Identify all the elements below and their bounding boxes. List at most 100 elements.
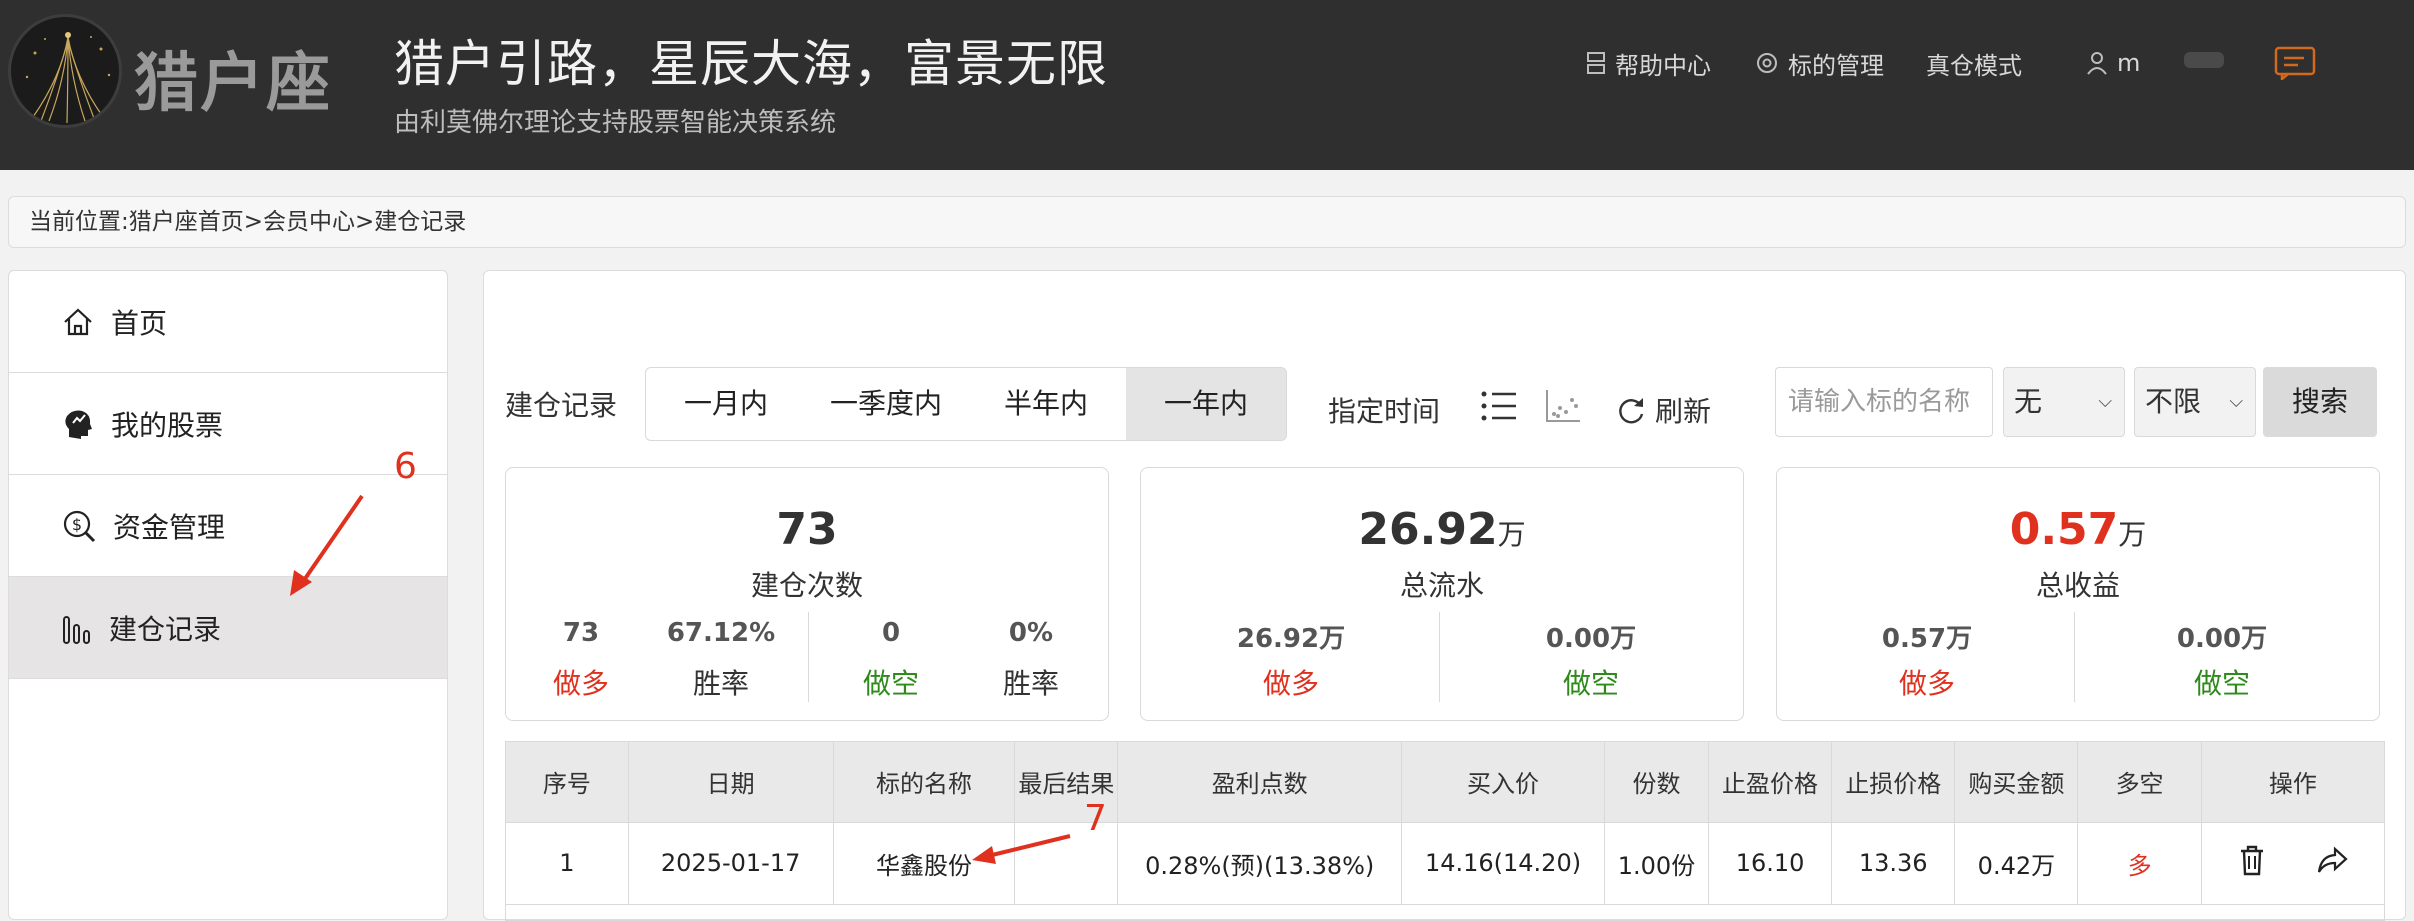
table-row: 1 2025-01-17 华鑫股份 0.28%(预)(13.38%) 14.16… — [506, 822, 2384, 905]
long-label: 做多 — [552, 667, 609, 700]
long-label: 做多 — [1262, 667, 1319, 700]
stat-card-profit: 0.57万 总收益 0.57万 做多 0.00万 做空 — [1776, 467, 2380, 721]
tab-one-quarter[interactable]: 一季度内 — [806, 368, 966, 440]
short-profit: 0.00万 — [2176, 624, 2268, 654]
refresh-label: 刷新 — [1655, 395, 1712, 428]
tab-one-month[interactable]: 一月内 — [646, 368, 806, 440]
profit-caption: 总收益 — [2035, 569, 2120, 602]
table-header-row: 序号 日期 标的名称 最后结果 盈利点数 买入价 份数 止盈价格 止损价格 购买… — [506, 742, 2384, 823]
sidebar-item-label: 资金管理 — [113, 510, 226, 544]
tab-one-year[interactable]: 一年内 — [1126, 368, 1286, 440]
brand-name: 猎户座 — [134, 47, 332, 121]
search-button[interactable]: 搜索 — [2263, 367, 2377, 437]
list-view-icon[interactable] — [1480, 388, 1518, 428]
cell-direction: 多 — [2077, 822, 2202, 905]
divider — [808, 612, 809, 702]
records-label: 建仓记录 — [505, 389, 618, 422]
cell-profit-points: 0.28%(预)(13.38%) — [1117, 822, 1403, 905]
win-rate-label: 胜率 — [1002, 667, 1059, 700]
win-rate-label: 胜率 — [692, 667, 749, 700]
cell-no: 1 — [506, 822, 629, 905]
chevron-down-icon: ⌵ — [2098, 391, 2112, 412]
header-cell[interactable]: 买入价 — [1401, 742, 1605, 823]
help-center-link[interactable]: 帮助中心 — [1585, 46, 1711, 80]
cell-buy-price: 14.16(14.20) — [1401, 822, 1605, 905]
search-input[interactable] — [1775, 367, 1993, 437]
long-count: 73 — [562, 618, 600, 648]
filter-select-2-value: 不限 — [2145, 385, 2202, 418]
header-cell[interactable]: 止损价格 — [1831, 742, 1956, 823]
stat-card-count: 73 建仓次数 73 做多 67.12% 胜率 0 做空 0% 胜率 — [505, 467, 1109, 721]
header-cell[interactable]: 止盈价格 — [1708, 742, 1833, 823]
sidebar-item-funds[interactable]: $ 资金管理 — [9, 475, 447, 577]
annotation-number-7: 7 — [1084, 798, 1107, 839]
cell-shares: 1.00份 — [1604, 822, 1709, 905]
share-icon[interactable] — [2316, 845, 2348, 881]
flow-value: 26.92 — [1358, 504, 1498, 555]
sidebar-item-position-records[interactable]: 建仓记录 — [9, 577, 447, 679]
sidebar-item-label: 首页 — [111, 306, 168, 340]
short-win-rate: 0% — [1008, 618, 1054, 648]
target-management-label: 标的管理 — [1788, 51, 1884, 80]
header-cell[interactable]: 标的名称 — [833, 742, 1016, 823]
count-value: 73 — [776, 504, 838, 555]
sidebar-item-home[interactable]: 首页 — [9, 271, 447, 373]
user-icon — [2087, 52, 2107, 75]
header-cell[interactable]: 份数 — [1604, 742, 1709, 823]
header-cell[interactable]: 购买金额 — [1954, 742, 2079, 823]
trash-icon[interactable] — [2238, 844, 2266, 882]
gear-icon — [1757, 53, 1777, 73]
refresh-button[interactable]: 刷新 — [1615, 390, 1711, 430]
home-icon — [64, 308, 92, 335]
sidebar-item-label: 建仓记录 — [109, 612, 222, 646]
short-label: 做空 — [2193, 667, 2250, 700]
cell-date: 2025-01-17 — [628, 822, 834, 905]
tab-half-year[interactable]: 半年内 — [966, 368, 1126, 440]
sidebar-item-my-stocks[interactable]: 我的股票 — [9, 373, 447, 475]
short-flow: 0.00万 — [1545, 624, 1637, 654]
filter-select-2[interactable]: 不限 ⌵ — [2134, 367, 2256, 437]
real-mode-label: 真仓模式 — [1926, 51, 2022, 80]
blurred-avatar — [2184, 52, 2224, 68]
cell-take-profit: 16.10 — [1708, 822, 1833, 905]
header-cell[interactable]: 盈利点数 — [1117, 742, 1403, 823]
records-table: 序号 日期 标的名称 最后结果 盈利点数 买入价 份数 止盈价格 止损价格 购买… — [505, 741, 2385, 921]
target-management-link[interactable]: 标的管理 — [1754, 46, 1884, 80]
profit-value-wrap: 0.57万 — [1777, 504, 2379, 555]
specify-time-button[interactable]: 指定时间 — [1328, 390, 1440, 430]
short-count: 0 — [881, 618, 901, 648]
user-name: m — [2117, 49, 2141, 77]
profit-unit: 万 — [2118, 518, 2147, 551]
chevron-down-icon: ⌵ — [2229, 391, 2243, 412]
flow-caption: 总流水 — [1399, 569, 1484, 602]
short-label: 做空 — [1562, 667, 1619, 700]
message-icon[interactable] — [2274, 46, 2316, 84]
sidebar: 首页 我的股票 $ 资金管理 建仓记录 — [8, 270, 448, 920]
header-cell[interactable]: 序号 — [506, 742, 629, 823]
annotation-arrow-7 — [972, 834, 1071, 864]
logo-icon[interactable] — [8, 14, 122, 128]
money-search-icon: $ — [63, 510, 96, 542]
header-cell[interactable]: 日期 — [628, 742, 834, 823]
flow-value-wrap: 26.92万 — [1141, 504, 1743, 555]
breadcrumb: 当前位置:猎户座首页>会员中心>建仓记录 — [8, 196, 2406, 248]
period-tabs: 一月内 一季度内 半年内 一年内 — [645, 367, 1287, 441]
annotation-number-6: 6 — [394, 446, 417, 487]
real-mode-link[interactable]: 真仓模式 — [1926, 46, 2022, 80]
cell-stop-loss: 13.36 — [1831, 822, 1956, 905]
cell-amount: 0.42万 — [1954, 822, 2079, 905]
svg-text:$: $ — [72, 515, 82, 534]
scatter-view-icon[interactable] — [1544, 388, 1582, 428]
filter-select-1[interactable]: 无 ⌵ — [2003, 367, 2125, 437]
long-label: 做多 — [1898, 667, 1955, 700]
header-cell[interactable]: 多空 — [2077, 742, 2202, 823]
long-profit: 0.57万 — [1881, 624, 1973, 654]
divider — [2074, 612, 2075, 702]
user-menu[interactable]: m — [2085, 46, 2140, 80]
divider — [1439, 612, 1440, 702]
slogan: 猎户引路，星辰大海，富景无限 — [394, 35, 1108, 93]
sub-slogan: 由利莫佛尔理论支持股票智能决策系统 — [394, 108, 837, 138]
top-header: 猎户座 猎户引路，星辰大海，富景无限 由利莫佛尔理论支持股票智能决策系统 帮助中… — [0, 0, 2414, 170]
stat-card-flow: 26.92万 总流水 26.92万 做多 0.00万 做空 — [1140, 467, 1744, 721]
filter-select-1-value: 无 — [2014, 385, 2043, 418]
